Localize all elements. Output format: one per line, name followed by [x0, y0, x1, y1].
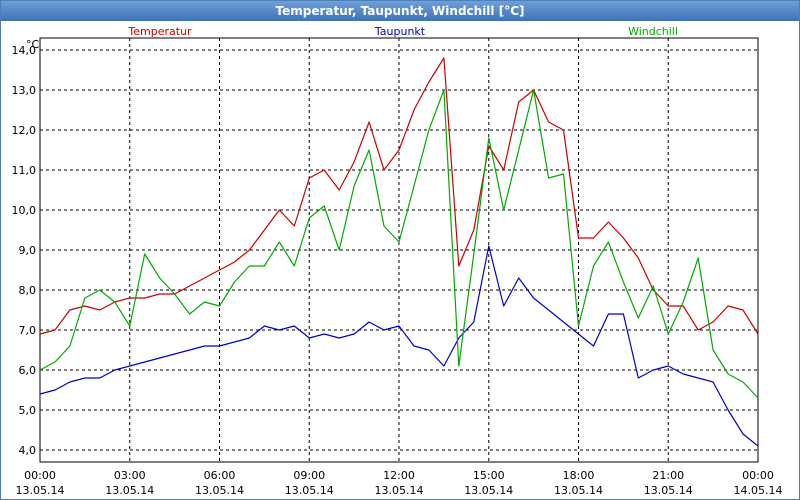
legend: Temperatur Taupunkt Windchill [127, 25, 678, 38]
x-tick-time-label: 06:00 [204, 469, 236, 482]
x-tick-date-label: 14.05.14 [734, 484, 783, 497]
legend-temperatur: Temperatur [127, 25, 192, 38]
legend-windchill: Windchill [628, 25, 678, 38]
x-tick-time-label: 12:00 [383, 469, 415, 482]
y-tick-label: 9,0 [19, 244, 37, 257]
x-tick-date-label: 13.05.14 [16, 484, 65, 497]
x-tick-time-label: 03:00 [114, 469, 146, 482]
y-tick-label: 8,0 [19, 284, 37, 297]
x-tick-date-label: 13.05.14 [195, 484, 244, 497]
chart-area: 4,05,06,07,08,09,010,011,012,013,014,000… [12, 25, 783, 497]
x-tick-date-label: 13.05.14 [464, 484, 513, 497]
y-tick-label: 12,0 [12, 124, 37, 137]
x-tick-time-label: 09:00 [293, 469, 325, 482]
y-tick-label: 5,0 [19, 404, 37, 417]
x-tick-time-label: 15:00 [473, 469, 505, 482]
y-tick-label: 10,0 [12, 204, 37, 217]
x-tick-time-label: 00:00 [742, 469, 774, 482]
y-axis-unit-label: °C [26, 38, 40, 51]
y-tick-label: 6,0 [19, 364, 37, 377]
legend-taupunkt: Taupunkt [374, 25, 426, 38]
y-tick-label: 11,0 [12, 164, 37, 177]
x-tick-time-label: 00:00 [24, 469, 56, 482]
x-tick-date-label: 13.05.14 [644, 484, 693, 497]
y-tick-label: 13,0 [12, 84, 37, 97]
x-tick-date-label: 13.05.14 [554, 484, 603, 497]
y-tick-label: 7,0 [19, 324, 37, 337]
x-tick-date-label: 13.05.14 [375, 484, 424, 497]
x-tick-time-label: 18:00 [563, 469, 595, 482]
x-tick-date-label: 13.05.14 [105, 484, 154, 497]
x-tick-date-label: 13.05.14 [285, 484, 334, 497]
y-tick-label: 4,0 [19, 444, 37, 457]
x-tick-time-label: 21:00 [652, 469, 684, 482]
